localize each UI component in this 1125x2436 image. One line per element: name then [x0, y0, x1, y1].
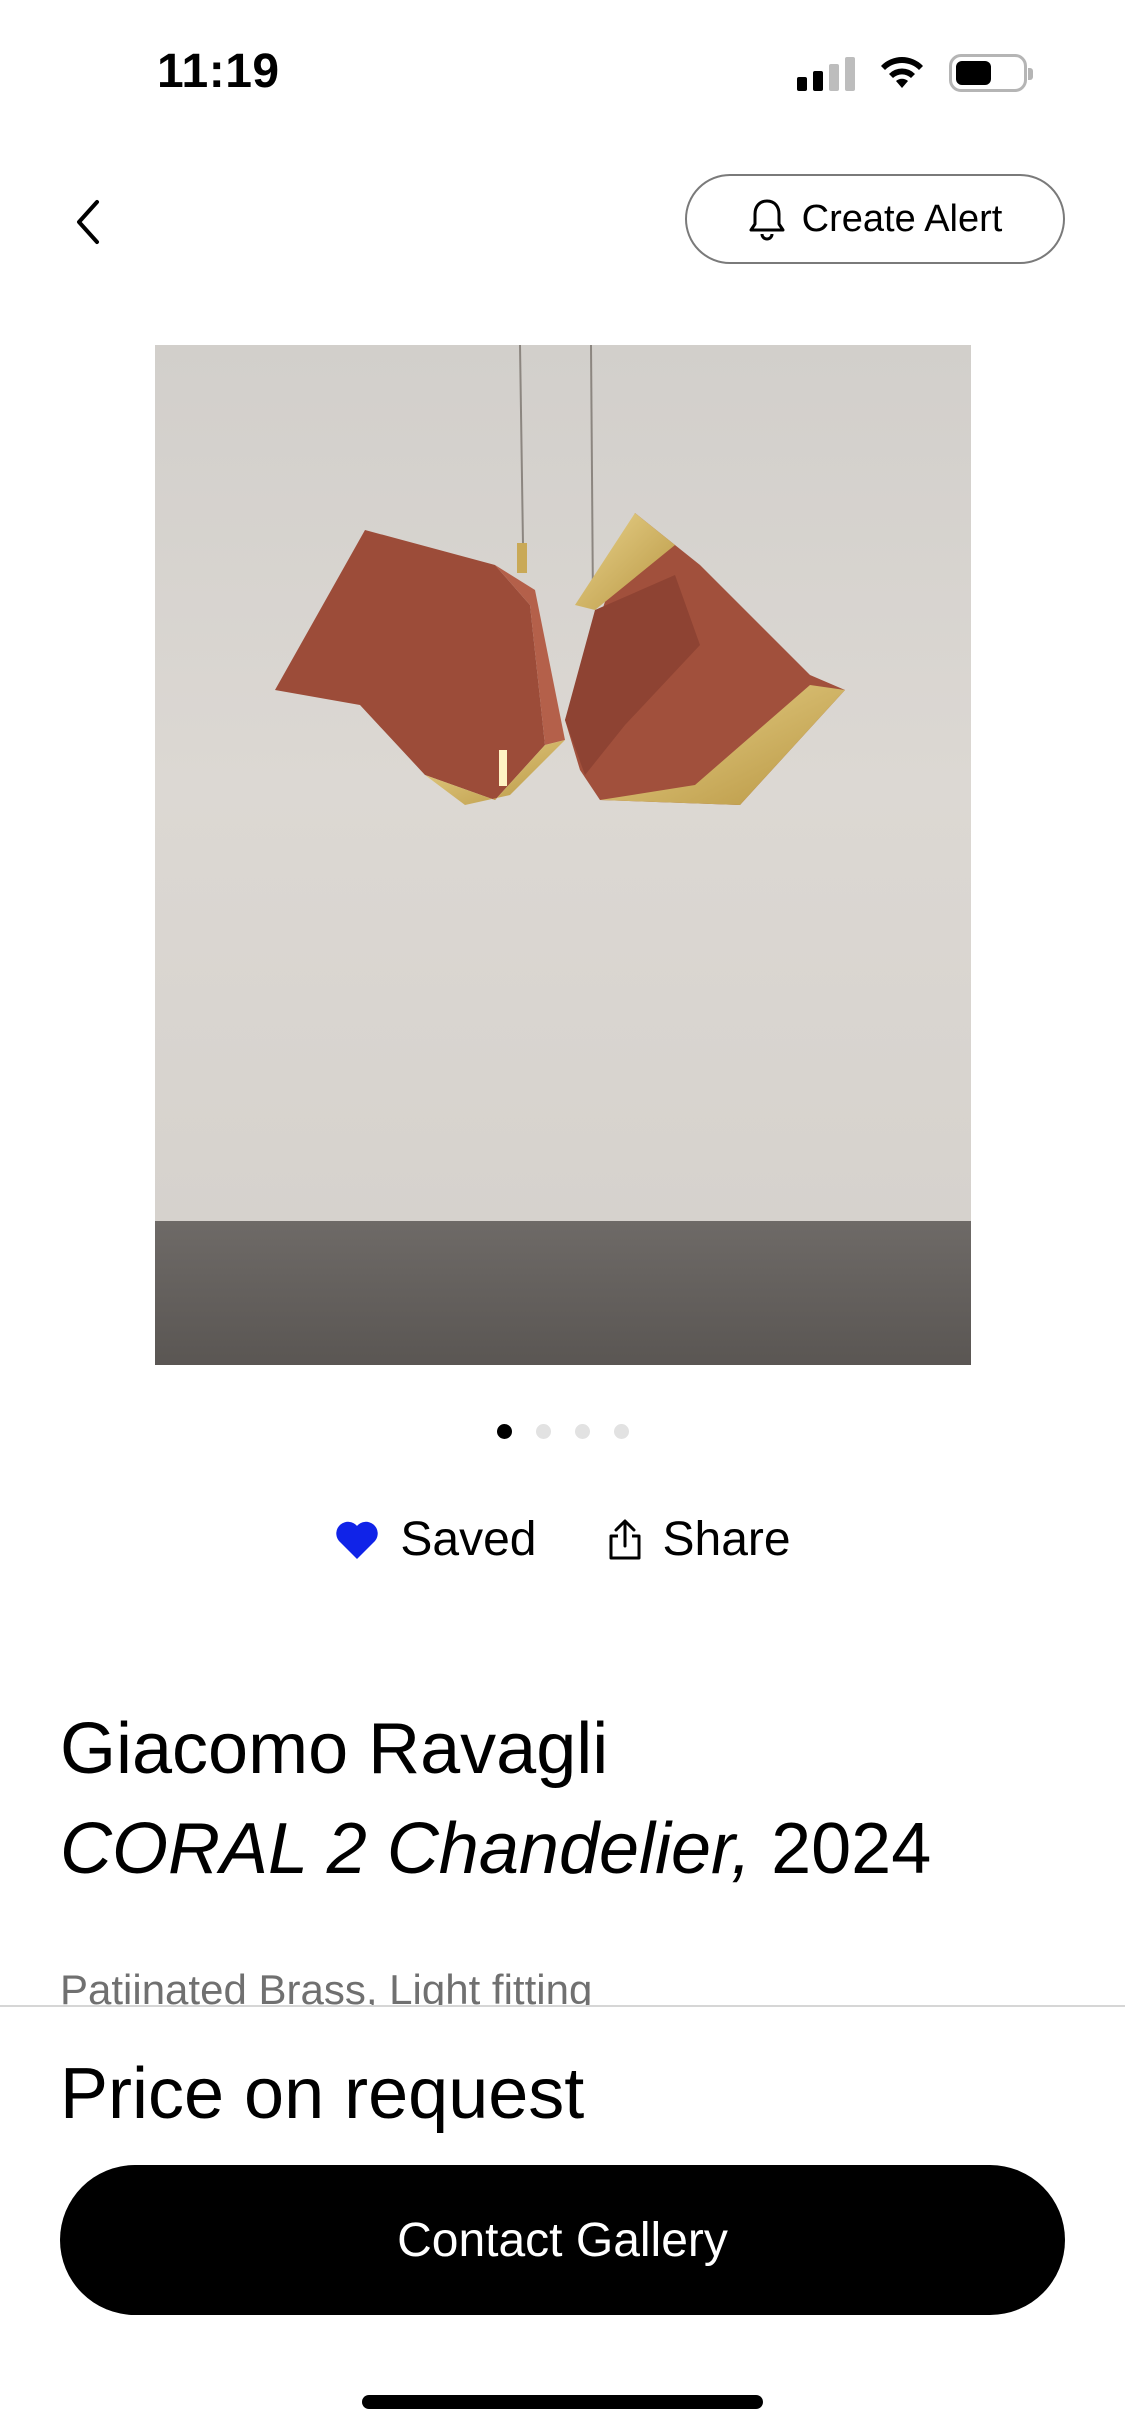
contact-gallery-button[interactable]: Contact Gallery [60, 2165, 1065, 2315]
battery-icon [949, 54, 1033, 92]
status-time: 11:19 [157, 45, 280, 98]
pagination-dot-active[interactable] [496, 1424, 512, 1439]
share-icon [609, 1519, 640, 1559]
saved-label: Saved [400, 1513, 537, 1566]
artwork-actions: Saved Share [0, 1512, 1125, 1567]
home-indicator[interactable] [362, 2395, 763, 2409]
heart-icon [336, 1521, 379, 1559]
chandelier-photo [155, 345, 971, 1365]
price-label: Price on request [60, 2054, 585, 2134]
back-button[interactable] [58, 182, 118, 262]
saved-button[interactable]: Saved [334, 1512, 537, 1567]
create-alert-label: Create Alert [801, 197, 1003, 240]
share-label: Share [662, 1513, 791, 1566]
status-bar: 11:19 [0, 0, 1125, 140]
artist-name[interactable]: Giacomo Ravagli [60, 1708, 608, 1790]
chevron-left-icon [77, 200, 99, 244]
artwork-medium: Patiinated Brass, Light fitting [60, 1966, 593, 2006]
status-icons [797, 54, 1033, 92]
artwork-year: 2024 [771, 1809, 932, 1889]
bell-icon [749, 199, 785, 241]
create-alert-button[interactable]: Create Alert [685, 174, 1065, 264]
cellular-signal-icon [797, 55, 855, 91]
pagination-dot[interactable] [574, 1424, 590, 1439]
contact-gallery-label: Contact Gallery [397, 2213, 728, 2267]
pagination-dot[interactable] [613, 1424, 629, 1439]
share-button[interactable]: Share [607, 1512, 791, 1567]
wifi-icon [881, 56, 923, 88]
battery-level [956, 61, 992, 85]
pagination-dot[interactable] [535, 1424, 551, 1439]
purchase-bar: Price on request Contact Gallery [0, 2005, 1125, 2436]
artwork-image[interactable] [155, 345, 971, 1365]
image-pagination [0, 1424, 1125, 1439]
artwork-title: CORAL 2 Chandelier, 2024 [60, 1808, 931, 1890]
artwork-title-text: CORAL 2 Chandelier, [60, 1809, 752, 1889]
